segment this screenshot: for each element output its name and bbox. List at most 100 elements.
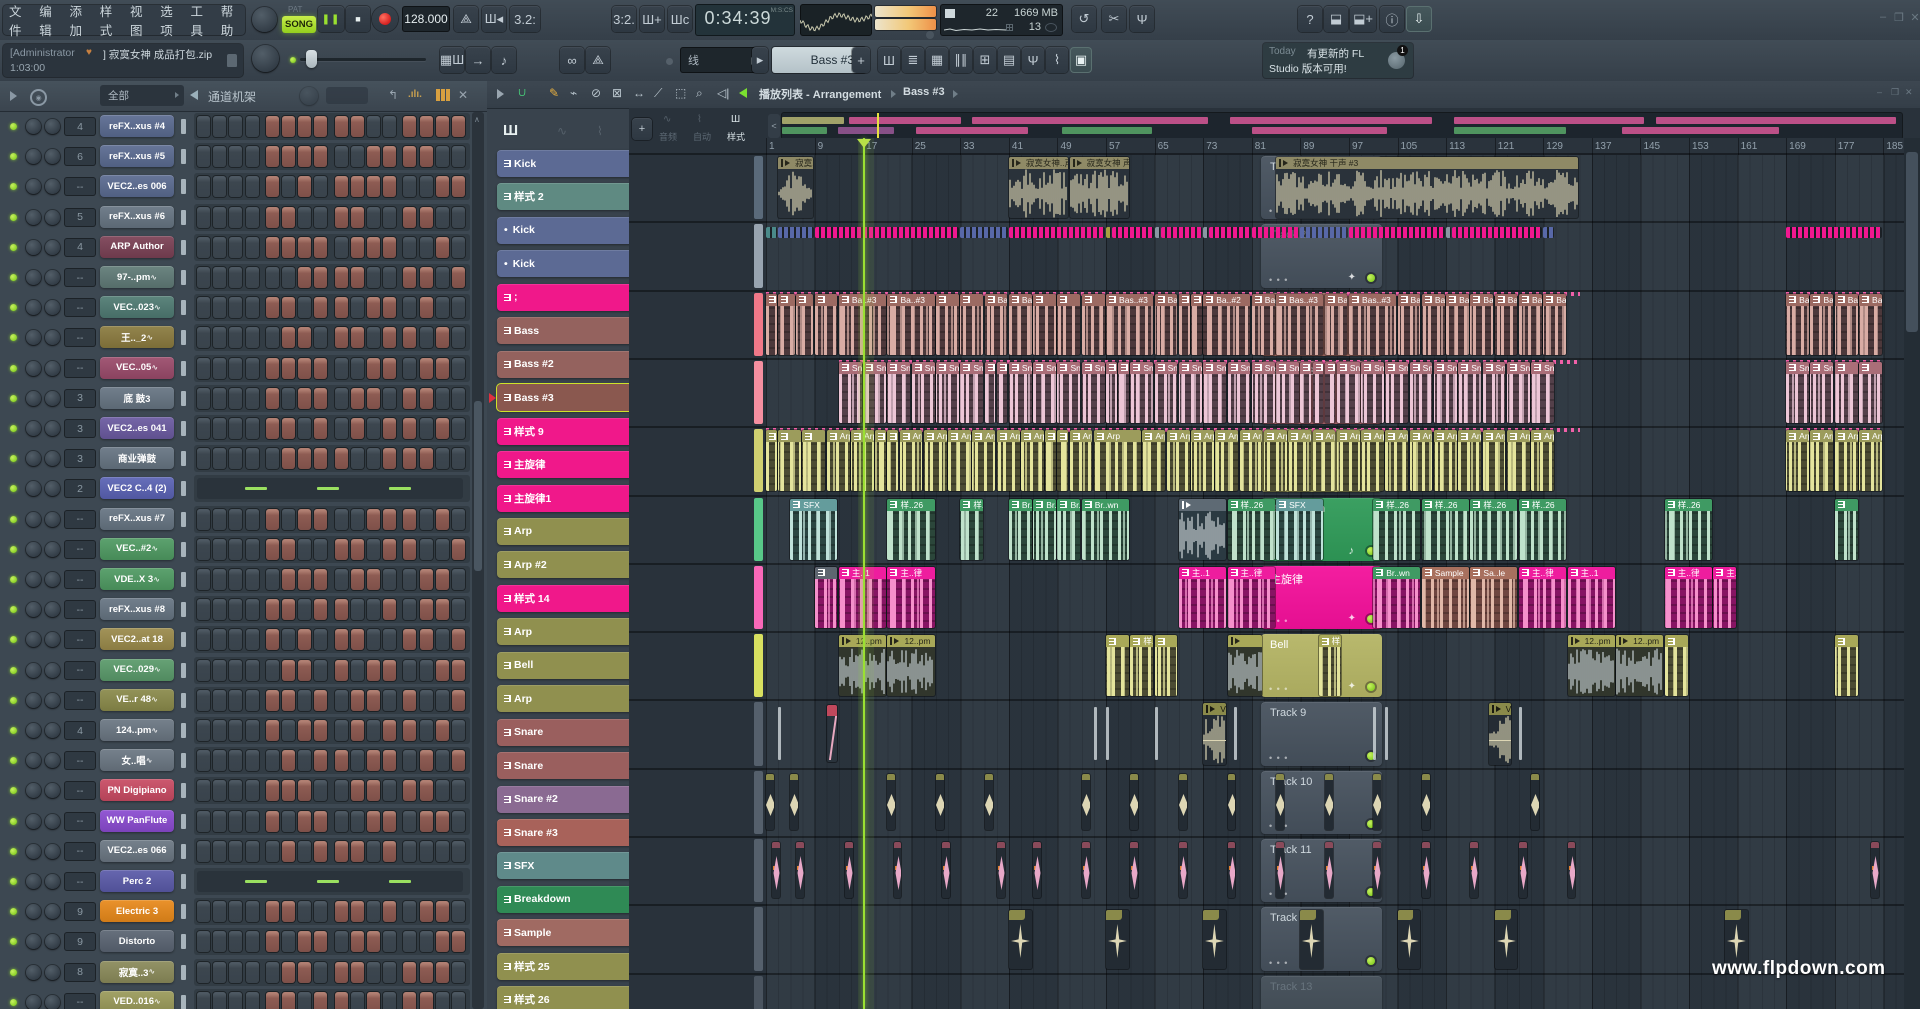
step-cell[interactable]	[351, 931, 364, 952]
step-cell[interactable]	[266, 841, 279, 862]
step-cell[interactable]	[213, 358, 226, 379]
step-cell[interactable]	[266, 599, 279, 620]
channel-target-box[interactable]: 8	[64, 963, 96, 982]
clip-Br..wn[interactable]: Br..wn	[1033, 499, 1056, 560]
channel-button[interactable]: VEC2..es 006	[100, 175, 174, 197]
step-cell[interactable]	[351, 992, 364, 1009]
step-cell[interactable]	[282, 841, 295, 862]
step-cell[interactable]	[420, 931, 433, 952]
clip-bass[interactable]	[1033, 294, 1056, 355]
step-cell[interactable]	[197, 841, 210, 862]
channel-target-box[interactable]: --	[64, 177, 96, 196]
step-cell[interactable]	[229, 660, 242, 681]
step-cell[interactable]	[403, 358, 416, 379]
clip-Arp #2[interactable]: Arp #2	[1142, 430, 1165, 491]
channel-vol-knob[interactable]	[45, 965, 60, 980]
step-cell[interactable]	[298, 931, 311, 952]
track-wave-icon[interactable]: ✦	[1348, 272, 1356, 283]
pattern-strip-segment[interactable]	[1452, 227, 1542, 238]
channel-pan-knob[interactable]	[26, 300, 41, 315]
step-cell[interactable]	[314, 176, 327, 197]
channel-target-box[interactable]: --	[64, 268, 96, 287]
step-cell[interactable]	[420, 780, 433, 801]
step-cell[interactable]	[266, 358, 279, 379]
channel-pan-knob[interactable]	[26, 693, 41, 708]
step-cell[interactable]	[436, 176, 449, 197]
step-cell[interactable]	[403, 992, 416, 1009]
step-cell[interactable]	[246, 509, 259, 530]
step-cell[interactable]	[383, 237, 396, 258]
step-cell[interactable]	[351, 297, 364, 318]
channel-led[interactable]	[10, 516, 17, 523]
step-cell[interactable]	[314, 690, 327, 711]
channel-led[interactable]	[10, 606, 17, 613]
channel-pan-knob[interactable]	[26, 391, 41, 406]
delete-tool-icon[interactable]: ⊘	[591, 86, 601, 100]
clip-bass[interactable]	[815, 294, 838, 355]
pattern-item-Arp[interactable]: Arp	[497, 618, 641, 645]
step-cell[interactable]	[367, 448, 380, 469]
pattern-item-样式 2[interactable]: 样式 2	[497, 183, 641, 210]
step-cell[interactable]	[266, 629, 279, 650]
plugin-picker-button[interactable]: Ψ	[1022, 47, 1044, 73]
step-cell[interactable]	[246, 750, 259, 771]
step-cell[interactable]	[351, 720, 364, 741]
clip-arp[interactable]	[802, 430, 825, 491]
clip-hit[interactable]	[1130, 842, 1138, 898]
step-cell[interactable]	[335, 388, 348, 409]
step-cell[interactable]	[282, 931, 295, 952]
playhead-line[interactable]	[863, 138, 865, 1009]
step-cell[interactable]	[436, 660, 449, 681]
channel-vol-knob[interactable]	[45, 270, 60, 285]
step-cell[interactable]	[298, 267, 311, 288]
pattern-item-Bass #3[interactable]: Bass #3	[497, 384, 641, 411]
channel-vol-knob[interactable]	[45, 210, 60, 225]
step-cell[interactable]	[213, 418, 226, 439]
channel-pan-knob[interactable]	[26, 542, 41, 557]
step-cell[interactable]	[367, 116, 380, 137]
clip-hit[interactable]	[1033, 842, 1041, 898]
step-cell[interactable]	[383, 992, 396, 1009]
step-cell[interactable]	[436, 992, 449, 1009]
channel-target-box[interactable]: --	[64, 751, 96, 770]
clip-hit[interactable]	[1228, 842, 1236, 898]
clip-Sna..#3[interactable]: Sna..#3	[936, 362, 959, 423]
step-cell[interactable]	[367, 690, 380, 711]
picker-add-button[interactable]: +	[632, 118, 652, 140]
step-cell[interactable]	[246, 207, 259, 228]
step-cell[interactable]	[266, 901, 279, 922]
step-cell[interactable]	[229, 962, 242, 983]
step-cell[interactable]	[266, 720, 279, 741]
channel-pan-knob[interactable]	[26, 632, 41, 647]
restore-button[interactable]: ❒	[1892, 10, 1906, 24]
track-color-strip[interactable]	[754, 293, 763, 356]
clip-hit[interactable]	[772, 842, 780, 898]
step-cell[interactable]	[351, 207, 364, 228]
channel-mute-indicator[interactable]	[181, 572, 186, 587]
playlist-button[interactable]: ▦	[926, 47, 948, 73]
clip-样..26[interactable]: 样..26	[1422, 499, 1469, 560]
step-cell[interactable]	[229, 237, 242, 258]
channel-target-box[interactable]: --	[64, 298, 96, 317]
step-cell[interactable]	[314, 750, 327, 771]
step-cell[interactable]	[367, 146, 380, 167]
step-cell[interactable]	[420, 267, 433, 288]
rack-burn-icon[interactable]	[436, 89, 450, 101]
clip-Sna..#2[interactable]: Sna..#2	[1361, 362, 1384, 423]
clip-hit[interactable]	[1082, 842, 1090, 898]
step-cell[interactable]	[367, 539, 380, 560]
clip-主..律[interactable]: 主..律	[1519, 567, 1566, 628]
step-cell[interactable]	[335, 297, 348, 318]
step-cell[interactable]	[314, 388, 327, 409]
picker-tab-1[interactable]: 自动	[693, 130, 711, 143]
step-cell[interactable]	[383, 931, 396, 952]
step-cell[interactable]	[403, 720, 416, 741]
step-cell[interactable]	[403, 297, 416, 318]
picker-piano-icon[interactable]: Ш	[503, 122, 518, 139]
channel-mute-indicator[interactable]	[181, 814, 186, 829]
playlist-speaker-icon[interactable]	[739, 88, 747, 98]
pattern-strip-segment[interactable]	[778, 227, 813, 238]
step-cell[interactable]	[367, 962, 380, 983]
save-new-icon[interactable]: ⬓+	[1350, 6, 1376, 32]
step-cell[interactable]	[403, 841, 416, 862]
